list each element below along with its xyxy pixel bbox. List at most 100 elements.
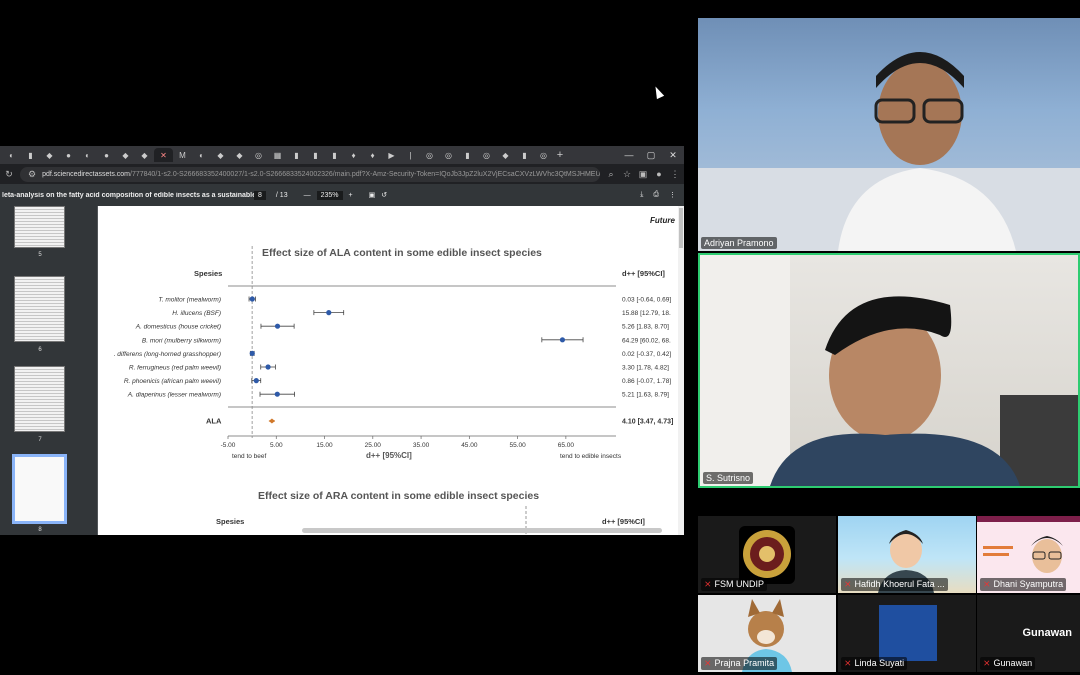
x-tick-label: 35.00 (413, 442, 430, 449)
tab[interactable]: ◆ (40, 148, 59, 162)
effect-value: 5.21 [1.63, 8.79] (622, 392, 669, 399)
thumb-page-number: 6 (38, 347, 42, 353)
effect-point (249, 296, 255, 302)
menu-icon[interactable]: ⋮ (670, 169, 680, 180)
video-tile[interactable]: ⨯ FSM UNDIP (698, 516, 836, 593)
page-thumbnail[interactable] (14, 276, 65, 342)
pdf-title: leta-analysis on the fatty acid composit… (2, 191, 254, 199)
tab-strip: ◐ ▮ ◆ ● ◐ ● ◆ ◆ ✕ M ◐ ◆ ◆ ◎ ▦ ▮ ▮ ▮ ♦ ♦ … (0, 146, 684, 164)
new-tab-icon[interactable]: + (553, 149, 567, 161)
tab[interactable]: ◐ (2, 148, 21, 162)
chart-title: Effect size of ALA content in some edibl… (262, 247, 542, 259)
tab[interactable]: ▦ (268, 148, 287, 162)
tab[interactable]: ▮ (515, 148, 534, 162)
minimize-icon[interactable]: — (618, 150, 640, 161)
effect-value: 15.88 [12.79, 18. (622, 310, 671, 317)
zoom-input[interactable]: 235% (316, 190, 343, 200)
tab[interactable]: ◆ (496, 148, 515, 162)
video-tile-active-speaker[interactable]: S. Sutrisno (698, 253, 1080, 488)
tab[interactable]: ◎ (249, 148, 268, 162)
participant-name: S. Sutrisno (703, 472, 754, 484)
tab[interactable]: ◆ (230, 148, 249, 162)
mic-muted-icon: ⨯ (844, 579, 852, 589)
species-label: A. domesticus (house cricket) (135, 324, 221, 331)
tab[interactable]: ▮ (325, 148, 344, 162)
tab[interactable]: | (401, 148, 420, 162)
pdf-page: Future Effect size of ALA content in som… (98, 206, 678, 535)
header-effect-2: d++ [95%CI] (602, 517, 645, 526)
zoom-out-icon[interactable]: — (304, 192, 311, 199)
right-note: tend to edible insects (560, 453, 622, 460)
page-thumbnail[interactable] (14, 366, 65, 432)
tab[interactable]: ♦ (344, 148, 363, 162)
extensions-icon[interactable]: ▣ (638, 169, 648, 180)
url-field[interactable]: ⚙ pdf.sciencedirectassets.com /777840/1-… (20, 166, 600, 182)
tab[interactable]: ◎ (420, 148, 439, 162)
more-icon[interactable]: ⋮ (669, 191, 676, 199)
effect-point (253, 378, 259, 384)
tab[interactable]: ◎ (534, 148, 553, 162)
site-info-icon[interactable]: ⚙ (28, 167, 36, 182)
horizontal-scrollbar[interactable] (302, 528, 662, 533)
video-tile[interactable]: ⨯ Hafidh Khoerul Fata ... (838, 516, 976, 593)
tab[interactable]: ▮ (306, 148, 325, 162)
tab[interactable]: ◎ (477, 148, 496, 162)
species-label: R. phoenicis (african palm weevil) (124, 378, 221, 385)
tab[interactable]: ◆ (116, 148, 135, 162)
meeting-screen: { "browser": { "url_host": "pdf.scienced… (0, 0, 1080, 675)
species-label: B. mori (mulberry silkworm) (142, 337, 221, 344)
pdf-viewer: 5 6 7 8 Future Effect size of ALA conten… (0, 206, 684, 535)
page-thumbnail-selected[interactable] (12, 454, 67, 524)
profile-icon[interactable]: ● (654, 169, 664, 179)
page-total: / 13 (275, 191, 288, 199)
tab[interactable]: ● (59, 148, 78, 162)
x-tick-label: 15.00 (316, 442, 333, 449)
participant-name: ⨯ Gunawan (980, 657, 1036, 670)
page-thumbnail[interactable] (14, 206, 65, 248)
mic-muted-icon: ⨯ (983, 579, 991, 589)
participant-name: ⨯ Linda Suyati (841, 657, 908, 670)
url-path: /777840/1-s2.0-S266683352400027/1-s2.0-S… (130, 170, 600, 178)
participant-name: ⨯ Dhani Syamputra (980, 578, 1067, 591)
rotate-icon[interactable]: ↺ (381, 191, 387, 199)
tab[interactable]: ▮ (287, 148, 306, 162)
video-tile[interactable]: Gunawan ⨯ Gunawan (977, 595, 1080, 672)
species-label: H. illucens (BSF) (172, 310, 221, 317)
mic-muted-icon: ⨯ (983, 658, 991, 668)
tab[interactable]: ▶ (382, 148, 401, 162)
tab[interactable]: M (173, 148, 192, 162)
tab[interactable]: ◐ (192, 148, 211, 162)
video-tile[interactable]: Adriyan Pramono (698, 18, 1080, 251)
video-tile[interactable]: ⨯ Linda Suyati (838, 595, 976, 672)
page-number-input[interactable]: 8 (254, 190, 266, 200)
tab[interactable]: ▮ (458, 148, 477, 162)
bookmark-star-icon[interactable]: ☆ (622, 169, 632, 180)
zoom-icon[interactable]: ⌕ (606, 169, 616, 180)
x-tick-label: 45.00 (461, 442, 478, 449)
zoom-in-icon[interactable]: + (349, 192, 353, 199)
video-tile[interactable]: ⨯ Prajna Pramita (698, 595, 836, 672)
browser-window: ◐ ▮ ◆ ● ◐ ● ◆ ◆ ✕ M ◐ ◆ ◆ ◎ ▦ ▮ ▮ ▮ ♦ ♦ … (0, 146, 684, 535)
video-tile[interactable]: ⨯ Dhani Syamputra (977, 516, 1080, 593)
effect-point (274, 323, 281, 329)
tab[interactable]: ▮ (21, 148, 40, 162)
tab[interactable]: ◎ (439, 148, 458, 162)
tab[interactable]: ◐ (78, 148, 97, 162)
tab-active-close-icon[interactable]: ✕ (154, 148, 173, 162)
print-icon[interactable]: ⎙ (653, 191, 659, 199)
x-axis-label: d++ [95%CI] (366, 451, 412, 460)
tab[interactable]: ♦ (363, 148, 382, 162)
participant-video (698, 52, 1080, 251)
header-species: Spesies (194, 269, 222, 278)
tab[interactable]: ◆ (211, 148, 230, 162)
participant-video (700, 255, 1078, 486)
fit-page-icon[interactable]: ▣ (369, 191, 376, 199)
maximize-icon[interactable]: ▢ (640, 150, 662, 161)
reload-icon[interactable]: ↻ (4, 169, 14, 180)
tab[interactable]: ◆ (135, 148, 154, 162)
chart-title-2: Effect size of ARA content in some edibl… (258, 490, 539, 502)
vertical-scrollbar[interactable] (678, 206, 684, 535)
download-icon[interactable]: ⤓ (640, 191, 643, 199)
tab[interactable]: ● (97, 148, 116, 162)
close-window-icon[interactable]: ✕ (662, 150, 684, 161)
